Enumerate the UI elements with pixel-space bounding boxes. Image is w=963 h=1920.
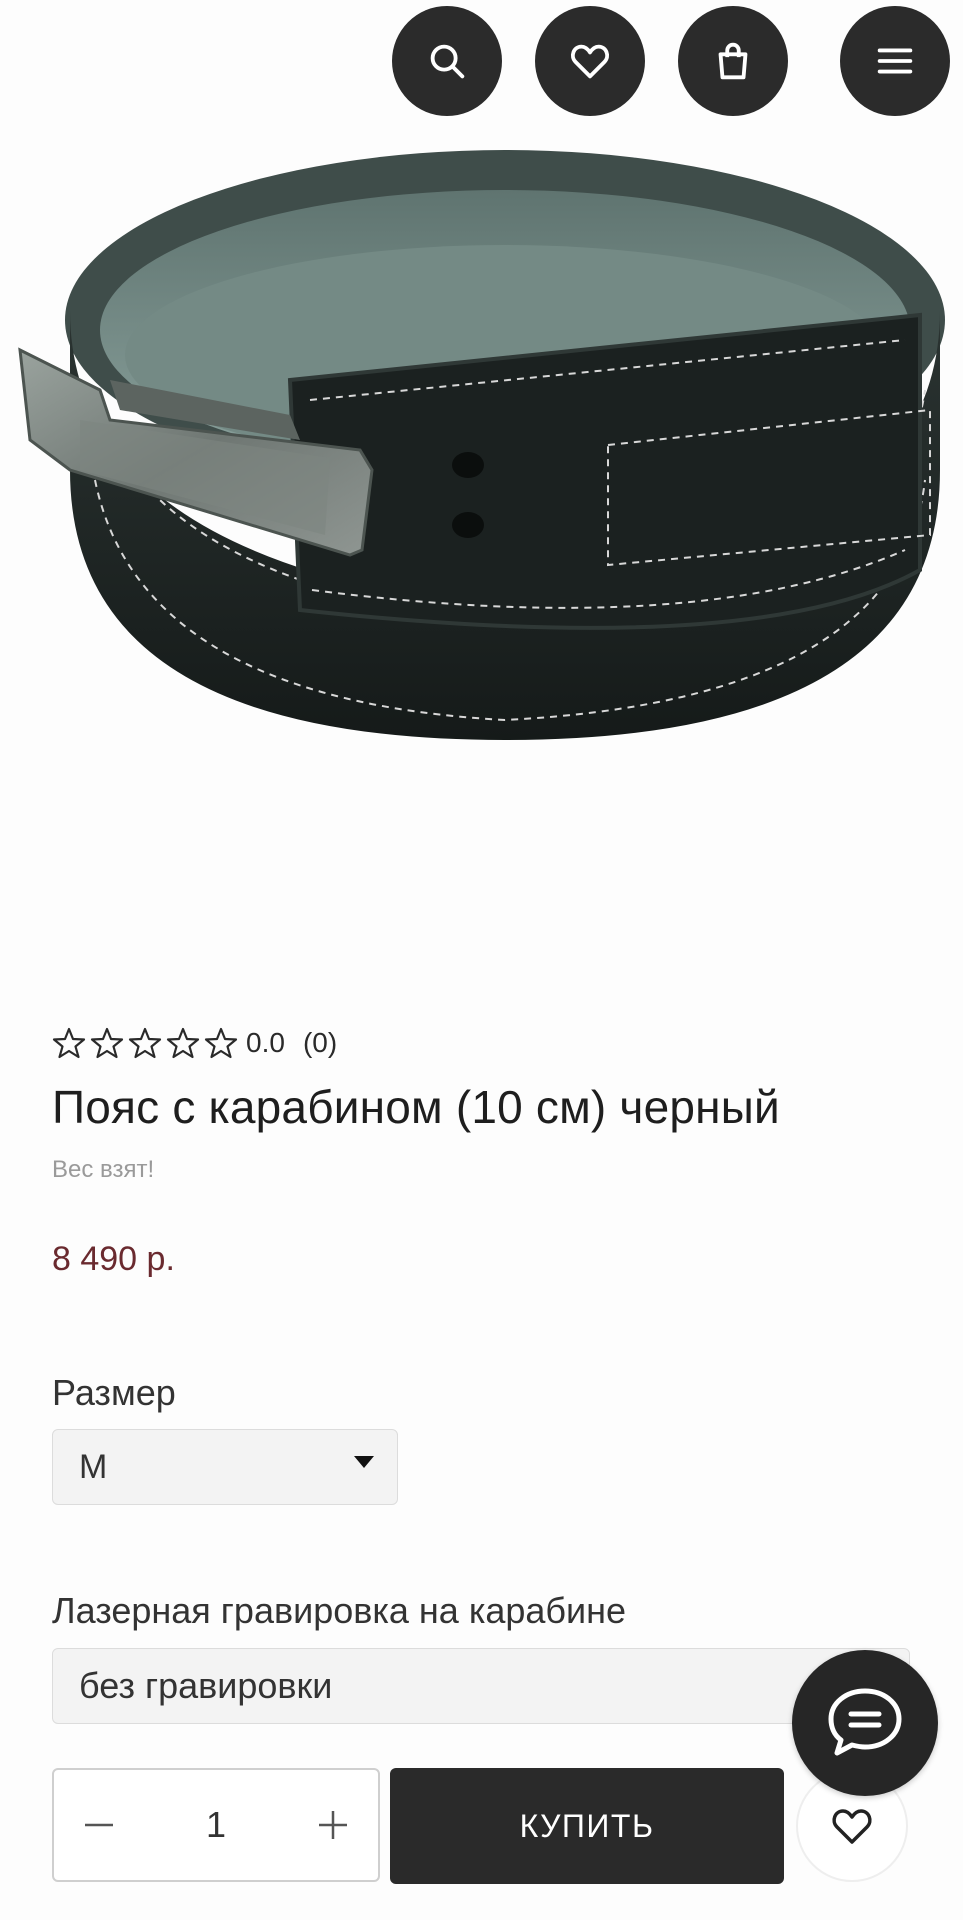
- search-button[interactable]: [392, 6, 502, 116]
- heart-icon: [570, 44, 610, 79]
- minus-icon: [85, 1823, 113, 1827]
- size-label: Размер: [52, 1372, 176, 1413]
- favorites-button[interactable]: [535, 6, 645, 116]
- shopping-bag-icon: [718, 42, 748, 80]
- star-empty-icon: [52, 1026, 86, 1060]
- caret-down-icon: [354, 1456, 374, 1468]
- cart-button[interactable]: [678, 6, 788, 116]
- menu-button[interactable]: [840, 6, 950, 116]
- brand-tag: Вес взят!: [52, 1156, 155, 1183]
- size-select-value: M: [79, 1447, 108, 1486]
- quantity-input[interactable]: 1: [144, 1804, 288, 1846]
- star-empty-icon: [90, 1026, 124, 1060]
- search-icon: [430, 44, 465, 79]
- buy-button[interactable]: КУПИТЬ: [390, 1768, 784, 1884]
- rating-value: 0.0: [246, 1027, 285, 1058]
- plus-icon: [319, 1811, 347, 1839]
- product-image[interactable]: [0, 140, 963, 800]
- engraving-label: Лазерная гравировка на карабине: [52, 1590, 627, 1631]
- quantity-stepper: 1: [52, 1768, 380, 1882]
- star-empty-icon: [166, 1026, 200, 1060]
- quantity-decrease-button[interactable]: [54, 1770, 144, 1880]
- rating-row: 0.0 (0): [52, 1026, 337, 1060]
- star-empty-icon: [204, 1026, 238, 1060]
- top-nav: [0, 6, 963, 121]
- size-select[interactable]: M: [52, 1429, 398, 1505]
- product-price: 8 490 р.: [52, 1240, 175, 1278]
- menu-icon: [877, 48, 913, 74]
- engraving-select-value: без гравировки: [79, 1665, 333, 1706]
- rating-count[interactable]: (0): [303, 1027, 337, 1059]
- product-title: Пояс с карабином (10 см) черный: [52, 1081, 780, 1133]
- star-empty-icon: [128, 1026, 162, 1060]
- chat-bubble-icon: [828, 1688, 902, 1756]
- engraving-select[interactable]: без гравировки: [52, 1648, 910, 1724]
- heart-icon: [832, 1809, 872, 1844]
- rating-stars: [52, 1026, 238, 1060]
- quantity-increase-button[interactable]: [288, 1770, 378, 1880]
- chat-button[interactable]: [792, 1650, 938, 1796]
